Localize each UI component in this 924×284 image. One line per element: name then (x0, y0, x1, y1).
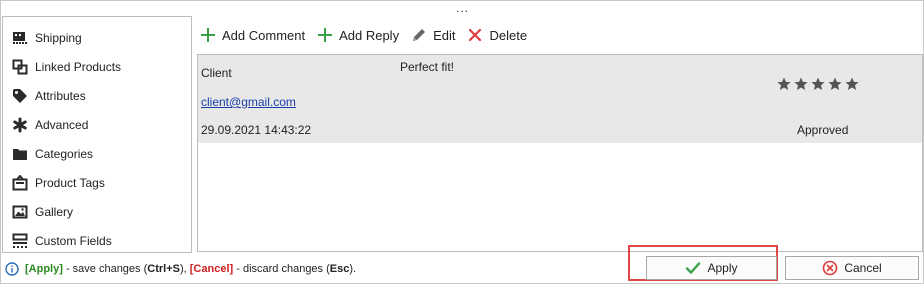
star-icon (845, 77, 859, 90)
add-comment-label: Add Comment (222, 27, 306, 43)
tags-icon (12, 175, 28, 191)
image-icon (12, 204, 28, 220)
sidebar-item-label: Shipping (35, 31, 82, 45)
pencil-icon (411, 27, 427, 43)
splitter-handle[interactable]: ... (456, 1, 469, 15)
cancel-hint-text: - discard changes ( (233, 263, 330, 275)
apply-button-label: Apply (707, 261, 738, 275)
info-icon (5, 262, 19, 276)
edit-label: Edit (433, 27, 456, 43)
add-comment-button[interactable]: Add Comment (200, 27, 305, 43)
tag-icon (12, 88, 28, 104)
checkmark-icon (685, 260, 701, 276)
star-icon (777, 77, 791, 90)
apply-hint-tag: [Apply] (25, 263, 63, 275)
cancel-button-label: Cancel (844, 261, 882, 275)
delete-button[interactable]: Delete (467, 27, 527, 43)
sidebar: Shipping Linked Products Attributes Adva… (2, 16, 192, 253)
star-icon (794, 77, 808, 90)
close-icon (467, 27, 483, 43)
comment-author: Client (201, 66, 232, 80)
sidebar-item-categories[interactable]: Categories (3, 140, 191, 168)
edit-button[interactable]: Edit (411, 27, 455, 43)
comment-date: 29.09.2021 14:43:22 (201, 123, 312, 137)
comment-email-link[interactable]: client@gmail.com (201, 95, 296, 109)
sidebar-item-label: Linked Products (35, 60, 122, 74)
add-reply-label: Add Reply (339, 27, 400, 43)
custom-fields-icon (12, 233, 28, 249)
cancel-hint-end: ). (349, 263, 357, 275)
sidebar-item-linked-products[interactable]: Linked Products (3, 53, 191, 81)
asterisk-icon (12, 117, 28, 133)
cancel-hint-key: Esc (329, 263, 350, 275)
apply-hint-key: Ctrl+S (147, 263, 180, 275)
comment-text: Perfect fit! (400, 60, 455, 74)
sidebar-item-attributes[interactable]: Attributes (3, 82, 191, 110)
cancel-hint-tag: [Cancel] (189, 263, 234, 275)
comments-list: Client client@gmail.com 29.09.2021 14:43… (197, 54, 923, 252)
comment-rating (777, 77, 862, 91)
sidebar-item-label: Attributes (35, 89, 86, 103)
sidebar-item-label: Advanced (35, 118, 89, 132)
sidebar-item-label: Product Tags (35, 176, 105, 190)
sidebar-item-advanced[interactable]: Advanced (3, 111, 191, 139)
sidebar-item-product-tags[interactable]: Product Tags (3, 169, 191, 197)
sidebar-item-label: Categories (35, 147, 94, 161)
apply-button[interactable]: Apply (646, 256, 777, 280)
sidebar-item-gallery[interactable]: Gallery (3, 198, 191, 226)
comments-toolbar: Add Comment Add Reply Edit Delete (200, 24, 539, 46)
truck-icon (12, 30, 28, 46)
plus-icon (200, 27, 216, 43)
star-icon (811, 77, 825, 90)
delete-label: Delete (489, 27, 528, 43)
link-icon (12, 59, 28, 75)
sidebar-item-custom-fields[interactable]: Custom Fields (3, 227, 191, 252)
sidebar-item-label: Custom Fields (35, 234, 112, 248)
plus-icon (317, 27, 333, 43)
star-icon (828, 77, 842, 90)
top-splitter[interactable]: ... (1, 1, 923, 15)
comment-status: Approved (797, 123, 849, 137)
apply-hint-end: ), (179, 263, 190, 275)
cancel-button[interactable]: Cancel (785, 256, 919, 280)
apply-hint-text: - save changes ( (62, 263, 148, 275)
sidebar-item-label: Gallery (35, 205, 74, 219)
footer-hint: [Apply] - save changes ( Ctrl+S ), [Canc… (5, 262, 356, 276)
comment-row[interactable]: Client client@gmail.com 29.09.2021 14:43… (198, 55, 922, 143)
folder-icon (12, 146, 28, 162)
cancel-circle-icon (822, 260, 838, 276)
add-reply-button[interactable]: Add Reply (317, 27, 399, 43)
sidebar-item-shipping[interactable]: Shipping (3, 24, 191, 52)
